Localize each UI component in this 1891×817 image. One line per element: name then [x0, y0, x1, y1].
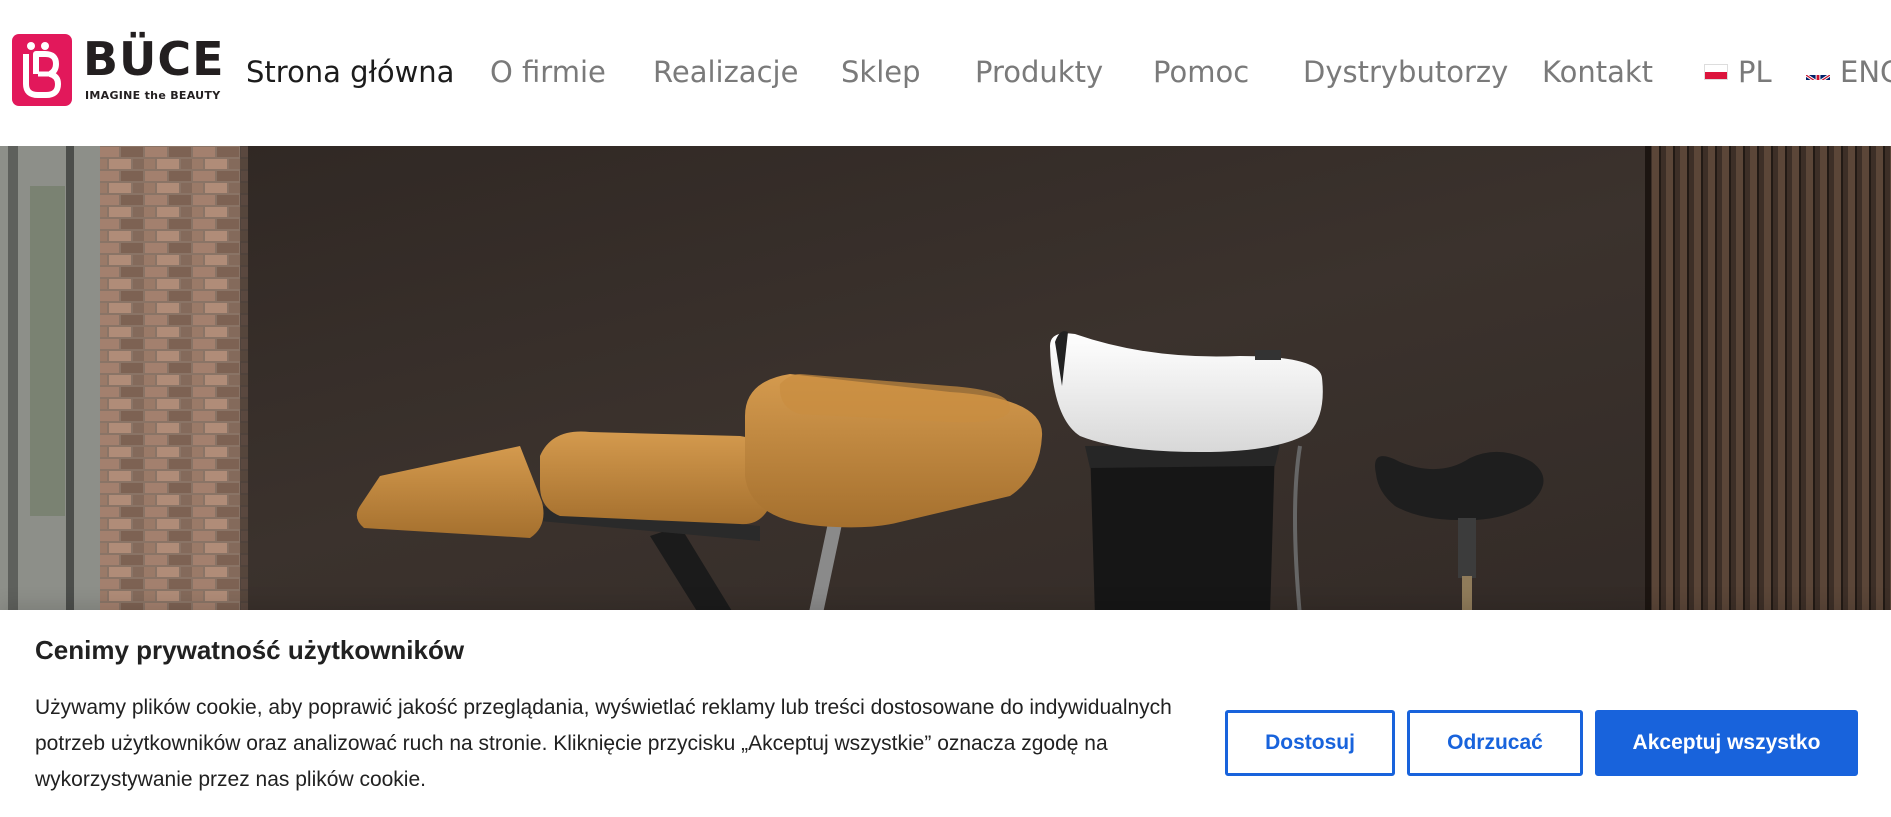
cookie-consent-banner: Cenimy prywatność użytkowników Używamy p… [0, 610, 1891, 817]
nav-item-distributors[interactable]: Dystrybutorzy [1303, 52, 1508, 92]
cookie-banner-text: Używamy plików cookie, aby poprawić jako… [35, 696, 1172, 791]
nav-item-help[interactable]: Pomoc [1153, 52, 1249, 92]
nav-item-contact[interactable]: Kontakt [1542, 52, 1653, 92]
customize-button[interactable]: Dostosuj [1225, 710, 1395, 776]
language-eng[interactable]: ENG [1806, 52, 1891, 92]
nav-item-shop[interactable]: Sklep [841, 52, 921, 92]
brand-logo-mark [12, 34, 72, 106]
cookie-banner-title: Cenimy prywatność użytkowników [35, 635, 465, 665]
uk-flag-icon [1806, 64, 1830, 80]
hero-image [0, 146, 1891, 616]
nav-item-home[interactable]: Strona główna [246, 52, 454, 92]
language-eng-label: ENG [1840, 55, 1891, 89]
accept-all-button[interactable]: Akceptuj wszystko [1595, 710, 1858, 776]
language-pl-label: PL [1738, 55, 1772, 89]
nav-item-products[interactable]: Produkty [975, 52, 1103, 92]
language-pl[interactable]: PL [1704, 52, 1772, 92]
hero-banner [0, 146, 1891, 616]
nav-item-about[interactable]: O firmie [490, 52, 606, 92]
site-header: BÜCE IMAGINE the BEAUTY Strona główna O … [0, 0, 1891, 146]
brand-tagline: IMAGINE the BEAUTY [85, 89, 221, 102]
brand-logo[interactable]: BÜCE IMAGINE the BEAUTY [12, 34, 225, 106]
nav-item-projects[interactable]: Realizacje [653, 52, 798, 92]
poland-flag-icon [1704, 64, 1728, 80]
brand-name: BÜCE [83, 32, 225, 86]
reject-button[interactable]: Odrzucać [1407, 710, 1583, 776]
